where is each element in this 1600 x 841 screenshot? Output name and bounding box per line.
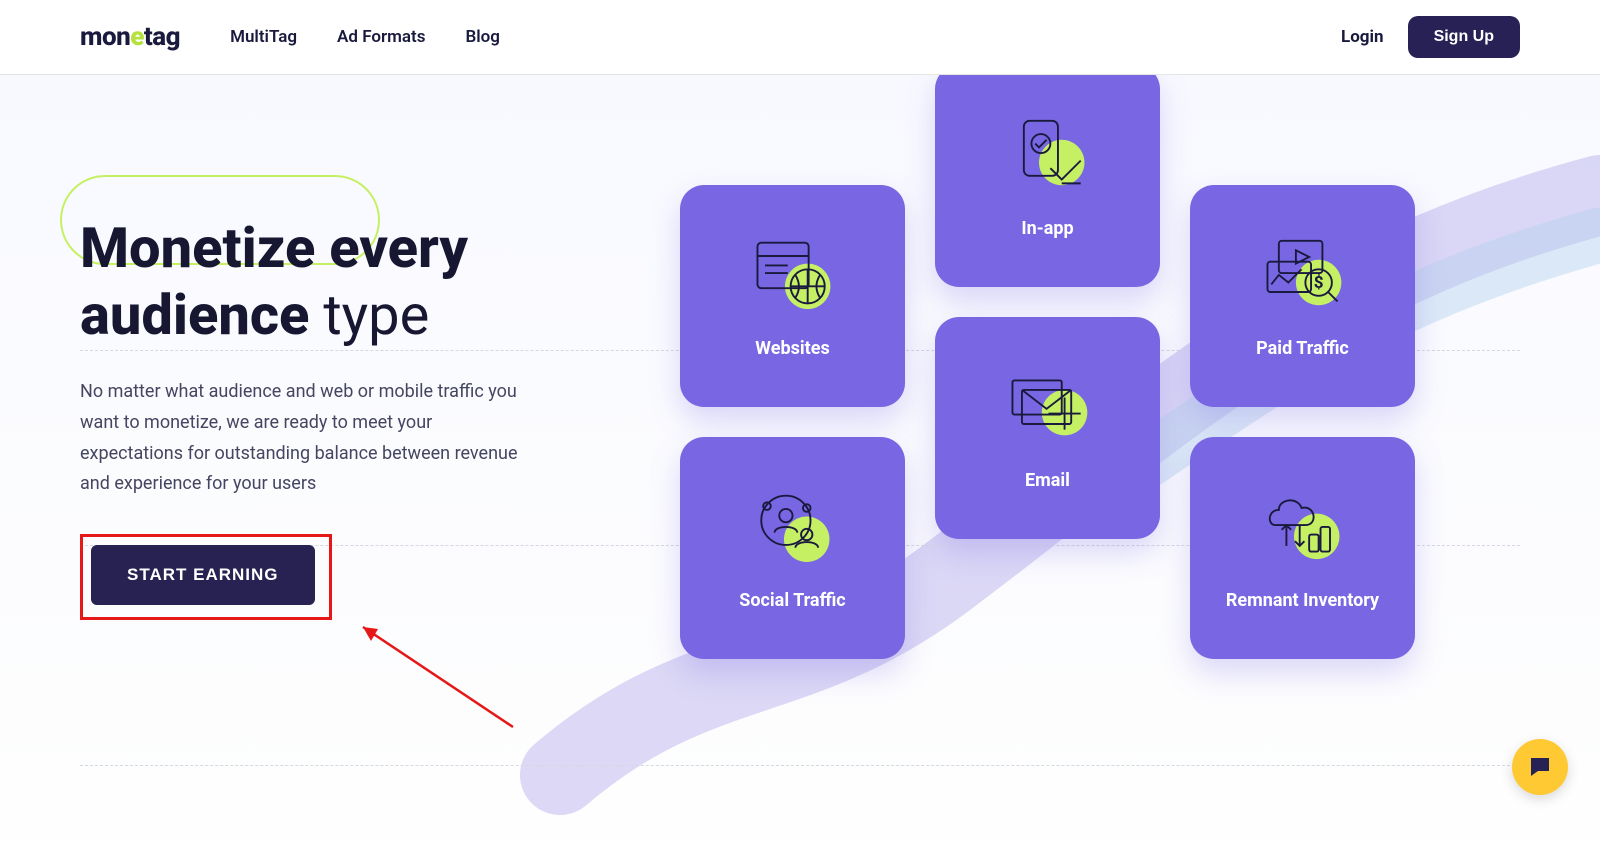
paid-traffic-icon: $ [1258,234,1348,314]
logo-prefix: mon [80,22,130,52]
nav-multitag[interactable]: MultiTag [230,27,297,47]
nav-blog[interactable]: Blog [465,27,500,47]
card-social-traffic[interactable]: Social Traffic [680,437,905,659]
card-column-mid: In-app Email [935,65,1160,659]
nav-ad-formats[interactable]: Ad Formats [337,27,425,47]
hero-content: Monetize every audience type No matter w… [80,185,1520,659]
site-header: monetag MultiTag Ad Formats Blog Login S… [0,0,1600,75]
hero-title: Monetize every audience type [80,215,600,349]
card-in-app[interactable]: In-app [935,65,1160,287]
card-label: Remnant Inventory [1226,590,1379,611]
hero-section: Monetize every audience type No matter w… [0,75,1600,841]
brand-logo[interactable]: monetag [80,22,180,52]
card-label: Websites [755,338,829,359]
signup-button[interactable]: Sign Up [1408,16,1520,58]
websites-icon [748,234,838,314]
start-earning-button[interactable]: START EARNING [91,545,315,605]
title-line-1: Monetize every [80,215,468,281]
card-email[interactable]: Email [935,317,1160,539]
card-paid-traffic[interactable]: $ Paid Traffic [1190,185,1415,407]
hero-description: No matter what audience and web or mobil… [80,377,530,499]
card-label: Paid Traffic [1256,338,1349,359]
card-column-right: $ Paid Traffic [1190,185,1415,659]
card-label: Email [1025,470,1070,491]
cta-annotation-highlight: START EARNING [80,534,332,620]
title-line-2-light: type [323,282,429,348]
chat-fab[interactable] [1512,739,1568,795]
in-app-icon [1003,114,1093,194]
header-right: Login Sign Up [1341,16,1520,58]
social-traffic-icon [748,486,838,566]
card-column-left: Websites [680,185,905,659]
logo-accent-char: e [130,22,144,52]
header-left: monetag MultiTag Ad Formats Blog [80,22,500,52]
main-nav: MultiTag Ad Formats Blog [230,27,500,47]
login-link[interactable]: Login [1341,27,1384,47]
hero-text-column: Monetize every audience type No matter w… [80,185,600,659]
card-websites[interactable]: Websites [680,185,905,407]
annotation-arrow [343,617,543,737]
logo-suffix: tag [144,22,180,52]
card-remnant-inventory[interactable]: Remnant Inventory [1190,437,1415,659]
svg-text:$: $ [1313,273,1323,293]
remnant-inventory-icon [1258,486,1348,566]
card-label: Social Traffic [739,590,845,611]
card-label: In-app [1021,218,1073,239]
email-icon [1003,366,1093,446]
title-line-2-bold: audience [80,282,309,348]
chat-icon [1527,754,1553,780]
feature-cards: Websites [660,185,1520,659]
decorative-dashed-line [80,765,1520,766]
